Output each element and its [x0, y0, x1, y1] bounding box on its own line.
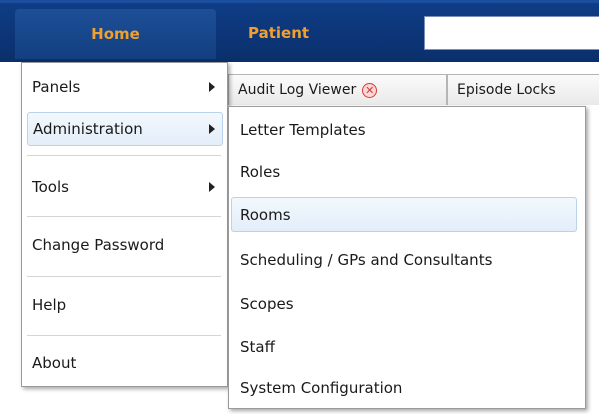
submenu-item-roles[interactable]: Roles: [229, 152, 583, 192]
submenu-item-label: Rooms: [240, 205, 291, 224]
menu-item-label: Change Password: [32, 236, 165, 254]
nav-home[interactable]: Home: [15, 9, 216, 59]
main-dropdown-menu: Panels Administration Tools Change Passw…: [21, 62, 228, 387]
menu-item-change-password[interactable]: Change Password: [22, 225, 227, 265]
menu-divider: [27, 155, 221, 156]
submenu-item-label: Roles: [240, 163, 281, 181]
menu-item-about[interactable]: About: [22, 343, 227, 383]
submenu-item-label: Staff: [240, 338, 275, 356]
submenu-item-scheduling[interactable]: Scheduling / GPs and Consultants: [229, 240, 583, 280]
menu-item-administration[interactable]: Administration: [27, 112, 223, 146]
menu-item-panels[interactable]: Panels: [22, 69, 227, 105]
submenu-item-rooms[interactable]: Rooms: [231, 197, 577, 232]
top-nav-bar: Home Patient: [0, 0, 599, 62]
submenu-item-system-configuration[interactable]: System Configuration: [229, 369, 583, 407]
submenu-item-label: Scheduling / GPs and Consultants: [240, 251, 493, 269]
menu-item-label: Panels: [32, 78, 81, 96]
chevron-right-icon: [209, 182, 215, 192]
search-input[interactable]: [424, 16, 599, 50]
menu-divider: [27, 276, 221, 277]
submenu-item-label: System Configuration: [240, 379, 403, 397]
menu-item-label: Help: [32, 296, 67, 314]
menu-divider: [27, 216, 221, 217]
chevron-right-icon: [209, 82, 215, 92]
submenu-item-label: Scopes: [240, 295, 294, 313]
tab-episode-locks[interactable]: Episode Locks: [447, 74, 599, 105]
submenu-item-letter-templates[interactable]: Letter Templates: [229, 111, 583, 148]
tab-audit-log-viewer[interactable]: Audit Log Viewer ✕: [228, 74, 447, 105]
tab-label: Episode Locks: [457, 82, 556, 98]
menu-divider: [27, 335, 221, 336]
submenu-item-label: Letter Templates: [240, 120, 366, 139]
chevron-right-icon: [209, 124, 215, 134]
close-icon[interactable]: ✕: [362, 82, 378, 98]
menu-item-label: Administration: [33, 120, 143, 138]
submenu-item-scopes[interactable]: Scopes: [229, 284, 583, 324]
menu-item-label: Tools: [32, 178, 69, 196]
administration-submenu: Letter Templates Roles Rooms Scheduling …: [228, 106, 586, 409]
tab-label: Audit Log Viewer: [238, 82, 357, 98]
submenu-item-staff[interactable]: Staff: [229, 327, 583, 367]
nav-patient[interactable]: Patient: [248, 18, 309, 48]
menu-item-help[interactable]: Help: [22, 285, 227, 325]
menu-item-label: About: [32, 354, 77, 372]
menu-item-tools[interactable]: Tools: [22, 167, 227, 207]
